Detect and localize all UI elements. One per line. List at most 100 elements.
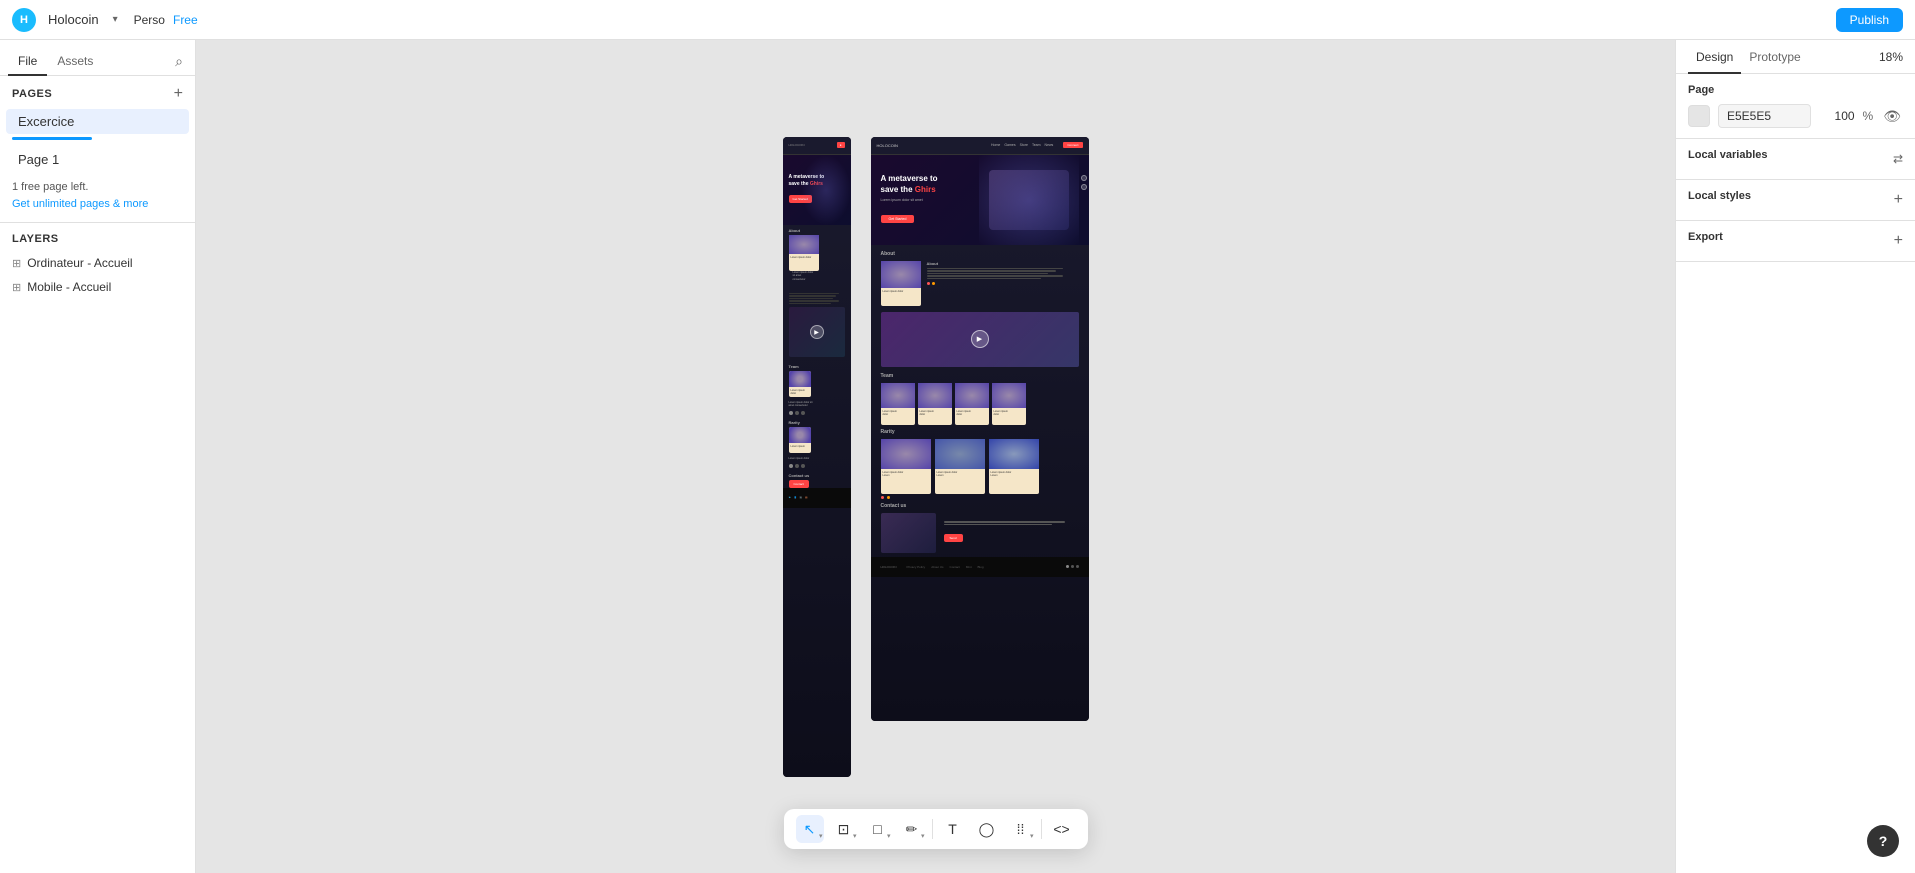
rect-tool[interactable]: □ ▾: [864, 815, 892, 843]
visibility-button[interactable]: 👁: [1881, 106, 1903, 127]
canvas-frames: HOLOCOIN ● A metaverse tosave the Ghirs …: [783, 137, 1089, 777]
zoom-control: 18%: [1879, 40, 1903, 73]
tab-file[interactable]: File: [8, 48, 47, 76]
mobile-header-bar: HOLOCOIN ●: [783, 137, 851, 155]
tab-prototype[interactable]: Prototype: [1741, 40, 1808, 74]
comment-icon: ◯: [979, 821, 995, 838]
page-color-value[interactable]: E5E5E5: [1718, 104, 1811, 128]
select-tool[interactable]: ↖ ▾: [796, 815, 824, 843]
mobile-team-cards: Lorem ipsumdolor: [783, 371, 851, 401]
app-logo: H: [12, 8, 36, 32]
help-button[interactable]: ?: [1867, 825, 1899, 857]
mobile-footer: 🐦📘📷💼: [783, 488, 851, 508]
mobile-rarity-label: Rarity: [783, 417, 851, 427]
local-styles-add-button[interactable]: +: [1894, 191, 1903, 209]
desktop-header-bar: HOLOCOIN HomeGamesStoreTeamNews Connect: [871, 137, 1089, 155]
export-title: Export: [1688, 231, 1723, 243]
local-variables-title: Local variables: [1688, 149, 1768, 161]
opacity-value[interactable]: 100: [1819, 109, 1855, 123]
select-icon: ↖: [804, 821, 816, 838]
toolbar-divider-2: [1041, 819, 1042, 839]
component-chevron: ▾: [1030, 832, 1034, 840]
export-section: Export +: [1676, 221, 1915, 262]
canvas-area[interactable]: HOLOCOIN ● A metaverse tosave the Ghirs …: [196, 40, 1675, 873]
layers-section-header: Layers: [0, 223, 195, 251]
rect-chevron: ▾: [887, 832, 891, 840]
local-variables-row: Local variables ⇄: [1688, 149, 1903, 169]
text-tool[interactable]: T: [939, 815, 967, 843]
mobile-play-btn: ▶: [810, 325, 824, 339]
top-bar: H Holocoin ▾ Perso Free Publish: [0, 0, 1915, 40]
page-color-row: E5E5E5 100 % 👁: [1688, 104, 1903, 128]
export-row: Export +: [1688, 231, 1903, 251]
bottom-toolbar: ↖ ▾ ⊡ ▾ □ ▾ ✏ ▾ T ◯ ⁞⁞: [784, 809, 1088, 849]
mobile-frame[interactable]: HOLOCOIN ● A metaverse tosave the Ghirs …: [783, 137, 851, 777]
tab-design[interactable]: Design: [1688, 40, 1741, 74]
tab-assets[interactable]: Assets: [47, 48, 103, 76]
eye-icon: 👁: [1883, 108, 1901, 124]
pen-chevron: ▾: [921, 832, 925, 840]
add-page-button[interactable]: +: [174, 86, 183, 102]
frame-tool[interactable]: ⊡ ▾: [830, 815, 858, 843]
local-variables-settings-button[interactable]: ⇄: [1893, 150, 1903, 168]
local-variables-section: Local variables ⇄: [1676, 139, 1915, 180]
upgrade-link[interactable]: Get unlimited pages & more: [12, 198, 148, 210]
layer-icon-ordinateur: ⊞: [12, 257, 21, 270]
toolbar-divider-1: [932, 819, 933, 839]
title-chevron[interactable]: ▾: [113, 14, 118, 25]
mobile-about-label: About: [783, 225, 851, 235]
search-icon: ⌕: [175, 53, 183, 69]
settings-icon: ⇄: [1893, 152, 1903, 166]
mobile-hero: A metaverse tosave the Ghirs Get Started: [783, 155, 851, 225]
page-item-page1[interactable]: Page 1: [6, 147, 189, 172]
right-panel: Design Prototype 18% Page E5E5E5 100 % 👁…: [1675, 40, 1915, 873]
app-title: Holocoin: [48, 12, 99, 27]
code-tool[interactable]: <>: [1048, 815, 1076, 843]
pen-icon: ✏: [906, 821, 918, 838]
local-styles-row: Local styles +: [1688, 190, 1903, 210]
mobile-video: ▶: [789, 307, 845, 357]
mobile-team-label: Team: [783, 361, 851, 371]
page-active-bar: [12, 137, 92, 140]
right-panel-tabs: Design Prototype 18%: [1676, 40, 1915, 74]
component-icon: ⁞⁞: [1017, 821, 1025, 837]
desktop-frame-content: HOLOCOIN HomeGamesStoreTeamNews Connect …: [871, 137, 1089, 721]
select-chevron: ▾: [819, 832, 823, 840]
page-section-title: Page: [1688, 84, 1903, 96]
layer-mobile[interactable]: ⊞ Mobile - Accueil: [0, 275, 195, 299]
desktop-frame[interactable]: HOLOCOIN HomeGamesStoreTeamNews Connect …: [871, 137, 1089, 721]
page-item-excercice[interactable]: Excercice: [6, 109, 189, 134]
layer-icon-mobile: ⊞: [12, 281, 21, 294]
page-section: Page E5E5E5 100 % 👁: [1676, 74, 1915, 139]
perso-link[interactable]: Perso: [134, 13, 165, 27]
comment-tool[interactable]: ◯: [973, 815, 1001, 843]
pen-tool[interactable]: ✏ ▾: [898, 815, 926, 843]
code-icon: <>: [1053, 821, 1069, 837]
user-links: Perso Free: [134, 13, 198, 27]
opacity-unit: %: [1863, 109, 1874, 123]
search-button[interactable]: ⌕: [171, 49, 187, 74]
export-add-button[interactable]: +: [1894, 232, 1903, 250]
publish-button[interactable]: Publish: [1836, 8, 1903, 32]
mobile-rarity-cards: Lorem ipsum: [783, 427, 851, 457]
local-styles-section: Local styles +: [1676, 180, 1915, 221]
mobile-contact-label: Contact us: [783, 470, 851, 480]
left-sidebar: File Assets ⌕ Pages + Excercice Page 1 1…: [0, 40, 196, 873]
layer-ordinateur[interactable]: ⊞ Ordinateur - Accueil: [0, 251, 195, 275]
upgrade-notice: 1 free page left. Get unlimited pages & …: [12, 179, 183, 212]
mobile-frame-content: HOLOCOIN ● A metaverse tosave the Ghirs …: [783, 137, 851, 777]
layers-section: Layers ⊞ Ordinateur - Accueil ⊞ Mobile -…: [0, 222, 195, 873]
desktop-frame-container: HOLOCOIN HomeGamesStoreTeamNews Connect …: [871, 137, 1089, 721]
text-icon: T: [948, 821, 957, 837]
mobile-frame-container: HOLOCOIN ● A metaverse tosave the Ghirs …: [783, 137, 851, 777]
frame-icon: ⊡: [838, 821, 850, 838]
pages-section-header: Pages +: [0, 76, 195, 108]
page-color-swatch[interactable]: [1688, 105, 1710, 127]
local-styles-title: Local styles: [1688, 190, 1751, 202]
free-link[interactable]: Free: [173, 13, 198, 27]
rect-icon: □: [873, 821, 881, 837]
zoom-value[interactable]: 18%: [1879, 50, 1903, 64]
sidebar-tabs: File Assets ⌕: [0, 40, 195, 76]
frame-chevron: ▾: [853, 832, 857, 840]
component-tool[interactable]: ⁞⁞ ▾: [1007, 815, 1035, 843]
